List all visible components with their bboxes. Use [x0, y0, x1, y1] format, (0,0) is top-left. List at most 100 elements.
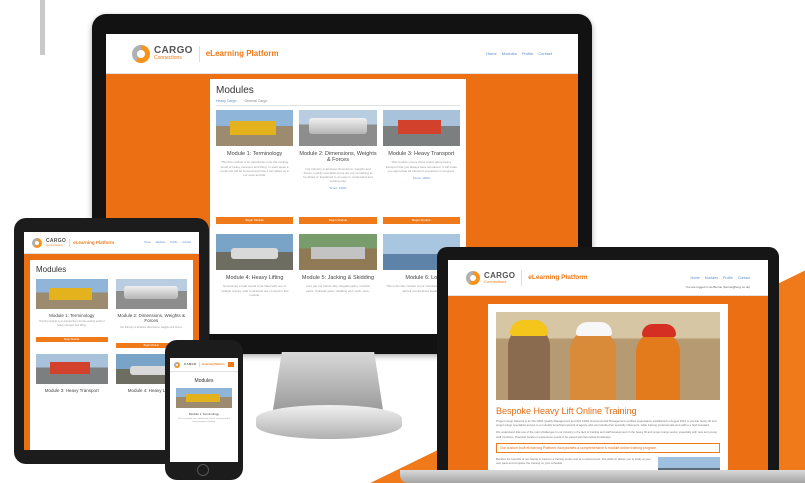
hero-workers-photo: [496, 312, 720, 400]
module-description: Sometimes a load needs to be lifted with…: [220, 284, 289, 297]
truck-photo: [176, 388, 232, 408]
module-title: Module 2: Dimensions, Weights & Forces: [299, 151, 377, 164]
truck-photo: [36, 279, 108, 309]
module-title: Module 3: Heavy Transport: [44, 387, 99, 393]
module-card: Module 2: Dimensions, Weights & Forces O…: [115, 279, 187, 348]
phone-content: Modules Module 1: Terminology This first…: [170, 372, 238, 427]
tank-photo: [115, 279, 187, 309]
begin-module-button[interactable]: Begin Module: [216, 217, 294, 224]
page-title: Modules: [216, 85, 254, 96]
logo[interactable]: CARGO Connections: [132, 44, 193, 63]
nav-menu: Home Modules Profile Contact: [486, 51, 552, 56]
landing-panel: Bespoke Heavy Lift Online Training Proje…: [488, 304, 728, 475]
platform-title: eLearning Platform: [528, 274, 588, 281]
begin-module-button[interactable]: Begin Module: [36, 337, 108, 343]
module-description: Our industry is all about dimensions, we…: [119, 325, 183, 329]
nav-home[interactable]: Home: [144, 241, 151, 244]
nav-contact[interactable]: Contact: [538, 51, 552, 56]
logo[interactable]: CARGO Connections: [32, 237, 66, 248]
site-header: CARGO Connections eLearning Platform Hom…: [106, 34, 578, 74]
page-title: Modules: [194, 378, 214, 384]
second-paragraph: We understand that one of the main chall…: [496, 430, 717, 439]
divider: [198, 362, 200, 367]
nav-contact[interactable]: Contact: [738, 276, 750, 280]
logo-subtext: Connections: [154, 55, 182, 61]
divider: [198, 45, 200, 62]
platform-title: eLearning Platform: [73, 240, 115, 245]
nav-menu: Home Modules Profile Contact: [144, 241, 191, 244]
divider: [521, 269, 523, 286]
logo[interactable]: CARGO: [174, 361, 197, 368]
logged-in-status: You are logged in as Bernie (bernie@leng…: [685, 285, 750, 289]
module-title: Module 3: Heavy Transport: [388, 151, 455, 157]
nav-profile[interactable]: Profile: [170, 241, 177, 244]
phone-device: CARGO eLearning Platform Modules Module …: [165, 340, 243, 480]
nav-modules[interactable]: Modules: [502, 51, 517, 56]
begin-module-button[interactable]: Begin Module: [382, 217, 460, 224]
laptop-screen: CARGO Connections eLearning Platform Hom…: [448, 260, 768, 475]
module-title: Module 1: Terminology: [188, 412, 220, 416]
platform-title: eLearning Platform: [201, 363, 225, 366]
phone-header: CARGO eLearning Platform: [170, 358, 238, 372]
monitor-base: [256, 405, 402, 439]
module-description: Our industry is all about dimensions, we…: [303, 166, 373, 184]
module-description: This first module is an introduction int…: [39, 320, 105, 327]
crane-photo: [216, 234, 294, 270]
tab-heavy-cargo[interactable]: Heavy Cargo: [216, 99, 236, 103]
tank-photo: [299, 110, 377, 146]
jacking-photo: [299, 234, 377, 270]
module-description: This first module is an introduction int…: [220, 160, 290, 177]
module-description: This module covers those topics about he…: [385, 160, 457, 173]
module-title: Module 1: Terminology: [227, 151, 283, 157]
cargo-logo-icon: [466, 270, 480, 285]
nav-profile[interactable]: Profile: [522, 51, 533, 56]
nav-home[interactable]: Home: [486, 51, 497, 56]
module-description: This first module is an introduction int…: [177, 418, 231, 423]
tab-general-cargo[interactable]: General Cargo: [244, 99, 267, 103]
logo-text: CARGO: [184, 362, 197, 366]
module-title: Module 2: Dimensions, Weights & Forces: [117, 313, 185, 324]
module-title: Module 1: Terminology: [49, 313, 95, 318]
module-card: Module 2: Dimensions, Weights & Forces O…: [299, 110, 377, 230]
red-truck-photo: [382, 110, 460, 146]
truck-photo: [216, 110, 294, 146]
landing-heading: Bespoke Heavy Lift Online Training: [496, 406, 637, 416]
module-card: Module 5: Jacking & Skidding Let's get o…: [299, 234, 377, 334]
module-score: Score: 100%: [329, 186, 347, 191]
divider: [69, 238, 71, 247]
logo-subtext: Connections: [46, 242, 63, 247]
module-title: Module 5: Jacking & Skidding: [301, 275, 375, 281]
module-grid: Module 1: Terminology This first module …: [216, 110, 460, 334]
module-card: Module 1: Terminology This first module …: [36, 279, 108, 348]
module-card: Module 4: Heavy Lifting Sometimes a load…: [216, 234, 294, 334]
nav-modules[interactable]: Modules: [156, 241, 165, 244]
laptop-base: [400, 470, 805, 483]
logo[interactable]: CARGO Connections: [466, 270, 515, 285]
modules-panel: Modules Heavy Cargo General Cargo Module…: [210, 79, 466, 334]
laptop-device: CARGO Connections eLearning Platform Hom…: [437, 247, 779, 475]
home-button[interactable]: [197, 464, 209, 476]
module-title: Module 4: Heavy Lifting: [225, 275, 284, 281]
tablet-header: CARGO Connections eLearning Platform Hom…: [24, 232, 199, 254]
module-card: Module 3: Heavy Transport: [36, 353, 108, 393]
monitor-stand: [273, 352, 383, 410]
decorative-bar: [40, 0, 45, 55]
intro-paragraph: Project Cargo Network is an ISO 9001 Qua…: [496, 419, 717, 428]
page-title: Modules: [36, 265, 67, 274]
nav-contact[interactable]: Contact: [182, 241, 191, 244]
platform-title: eLearning Platform: [205, 49, 279, 58]
module-score: Score: 100%: [412, 175, 430, 180]
module-card: Module 3: Heavy Transport This module co…: [382, 110, 460, 230]
hamburger-menu-icon[interactable]: [228, 362, 234, 367]
cargo-logo-icon: [132, 44, 150, 63]
nav-profile[interactable]: Profile: [723, 276, 733, 280]
laptop-header: CARGO Connections eLearning Platform Hom…: [448, 260, 768, 296]
cargo-logo-icon: [174, 361, 180, 368]
begin-module-button[interactable]: Begin Module: [299, 217, 377, 224]
nav-menu: Home Modules Profile Contact: [690, 276, 750, 280]
logo-subtext: Connections: [484, 278, 507, 284]
nav-modules[interactable]: Modules: [705, 276, 718, 280]
module-tabs: Heavy Cargo General Cargo: [216, 99, 460, 106]
callout-box: Our custom built eLearning Platform inco…: [496, 442, 720, 453]
nav-home[interactable]: Home: [690, 276, 699, 280]
